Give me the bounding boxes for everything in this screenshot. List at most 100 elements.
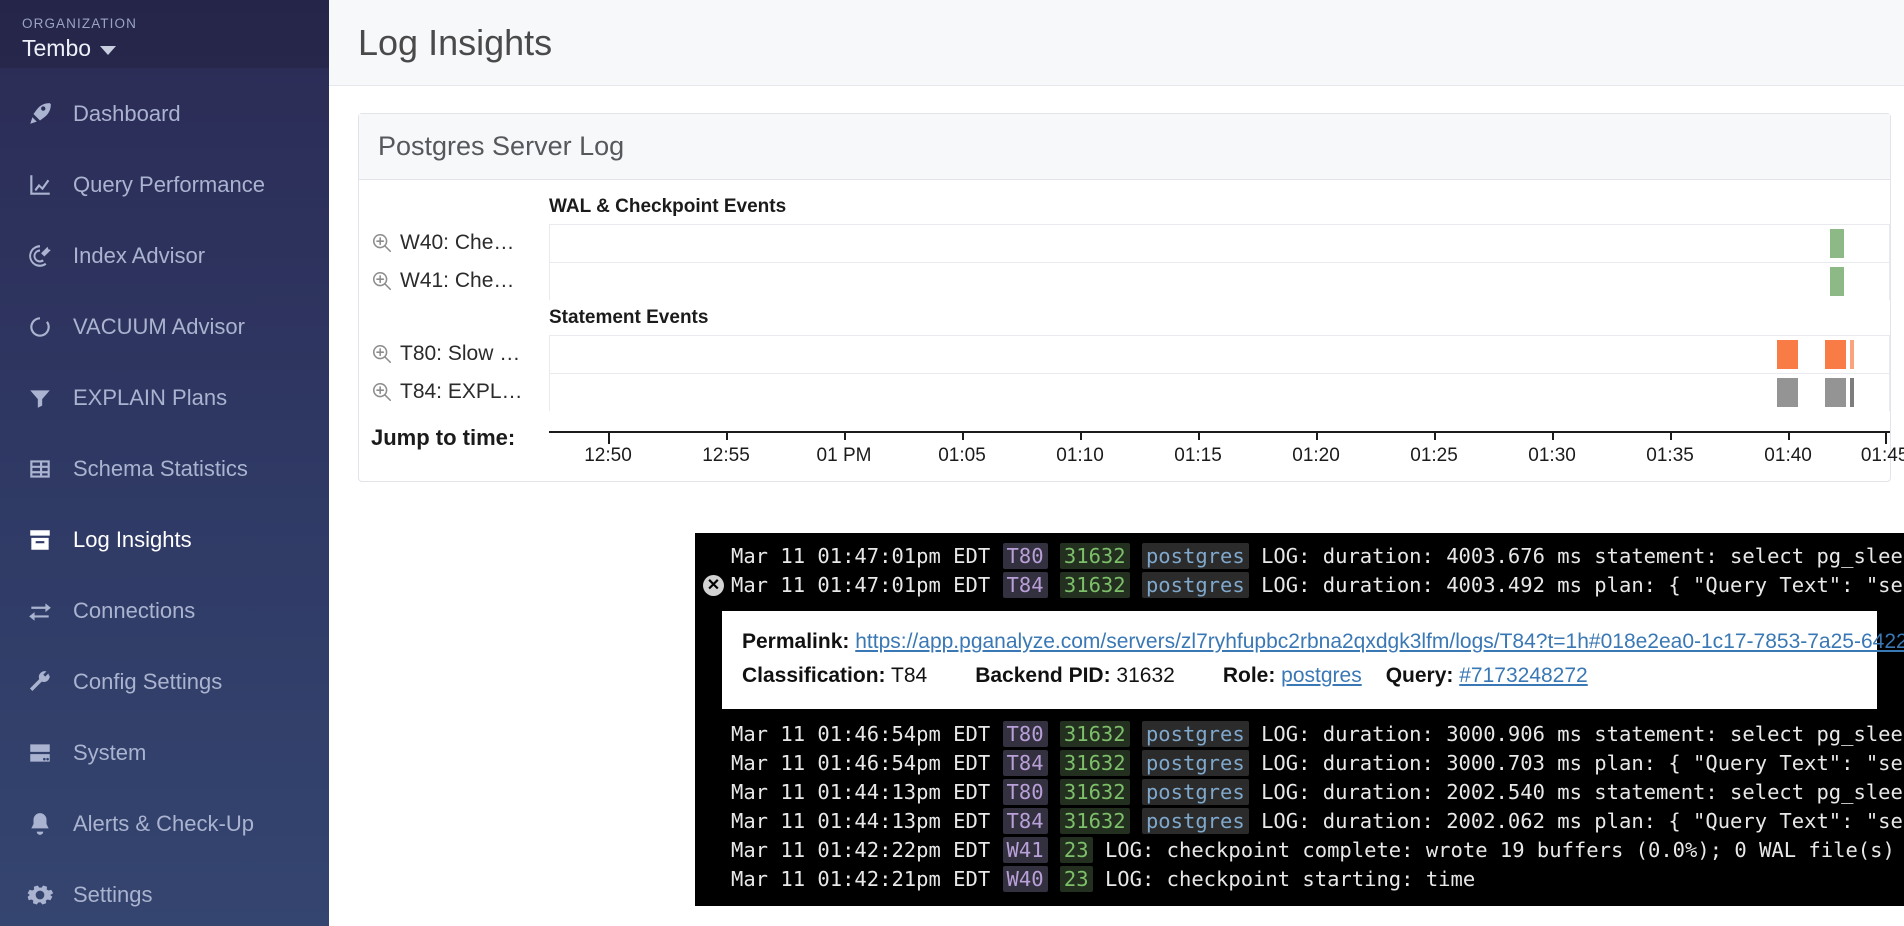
timeline-track[interactable] xyxy=(549,262,1890,300)
archive-icon xyxy=(26,526,54,554)
timeline-event-marker[interactable] xyxy=(1776,378,1798,407)
sidebar-item-label: Settings xyxy=(73,881,153,907)
log-pid[interactable]: 31632 xyxy=(1059,572,1130,598)
sidebar-item-alerts-check-up[interactable]: Alerts & Check-Up xyxy=(0,788,329,859)
timeline-row-label[interactable]: W41: Che… xyxy=(359,262,549,300)
log-classification[interactable]: T84 xyxy=(1002,572,1048,598)
sidebar-item-log-insights[interactable]: Log Insights xyxy=(0,504,329,575)
permalink-row: Permalink: https://app.pganalyze.com/ser… xyxy=(742,625,1904,659)
bell-icon xyxy=(26,810,54,838)
time-axis[interactable]: 12:50 12:55 01 PM 01:05 01:10 01:15 01:20 01:25… xyxy=(549,425,1904,475)
log-role[interactable]: postgres xyxy=(1141,779,1249,805)
log-role[interactable]: postgres xyxy=(1141,750,1249,776)
log-pid[interactable]: 31632 xyxy=(1059,750,1130,776)
magnifier-plus-icon[interactable] xyxy=(371,343,393,365)
log-classification[interactable]: W40 xyxy=(1002,866,1048,892)
sidebar-item-connections[interactable]: Connections xyxy=(0,575,329,646)
timeline-event-marker[interactable] xyxy=(1830,229,1845,258)
timeline-track[interactable] xyxy=(549,335,1890,373)
backend-pid-label: Backend PID: xyxy=(975,664,1111,687)
timeline-track[interactable] xyxy=(549,373,1890,411)
sidebar-item-label: System xyxy=(73,739,147,765)
timeline-group-title: Statement Events xyxy=(549,307,709,328)
close-icon[interactable]: ✕ xyxy=(703,575,724,596)
timeline-event-marker[interactable] xyxy=(1824,378,1847,407)
permalink-link[interactable]: https://app.pganalyze.com/servers/zl7ryh… xyxy=(855,630,1904,653)
page-title: Log Insights xyxy=(358,21,553,63)
axis-tick-label: 01:35 xyxy=(1646,445,1694,466)
log-line[interactable]: Mar 11 01:44:13pm EDT T84 31632 postgres… xyxy=(695,807,1904,836)
sidebar-item-settings[interactable]: Settings xyxy=(0,859,329,926)
timeline-row-label[interactable]: W40: Che… xyxy=(359,224,549,262)
table-icon xyxy=(26,455,54,483)
log-pid[interactable]: 23 xyxy=(1059,866,1093,892)
log-line[interactable]: Mar 11 01:42:22pm EDT W41 23 LOG: checkp… xyxy=(695,836,1904,865)
axis-tick xyxy=(726,431,728,440)
query-value[interactable]: #7173248272 xyxy=(1459,664,1587,687)
timeline-event-marker[interactable] xyxy=(1776,340,1798,369)
timeline-event-marker[interactable] xyxy=(1824,340,1847,369)
timeline-row-label-text: T80: Slow … xyxy=(400,342,521,365)
log-classification[interactable]: T80 xyxy=(1002,779,1048,805)
timeline-event-marker[interactable] xyxy=(1830,267,1845,296)
log-line[interactable]: Mar 11 01:46:54pm EDT T80 31632 postgres… xyxy=(695,720,1904,749)
log-role[interactable]: postgres xyxy=(1141,543,1249,569)
organization-label: ORGANIZATION xyxy=(22,16,137,31)
log-pid[interactable]: 31632 xyxy=(1059,779,1130,805)
wrench-icon xyxy=(26,668,54,696)
timeline-row-label[interactable]: T84: EXPL… xyxy=(359,373,549,411)
log-message: LOG: duration: 2002.540 ms statement: se… xyxy=(1261,780,1904,804)
timeline-event-marker[interactable] xyxy=(1850,340,1855,369)
log-classification[interactable]: W41 xyxy=(1002,837,1048,863)
organization-switcher[interactable]: ORGANIZATION Tembo xyxy=(0,0,329,68)
log-role[interactable]: postgres xyxy=(1141,572,1249,598)
timeline-event-marker[interactable] xyxy=(1850,378,1855,407)
log-classification[interactable]: T84 xyxy=(1002,750,1048,776)
axis-tick-label: 01:25 xyxy=(1410,445,1458,466)
log-classification[interactable]: T80 xyxy=(1002,721,1048,747)
sidebar-item-explain-plans[interactable]: EXPLAIN Plans xyxy=(0,362,329,433)
funnel-icon xyxy=(26,384,54,412)
sidebar: ORGANIZATION Tembo Dashboard Query Perfor… xyxy=(0,0,329,926)
log-pid[interactable]: 31632 xyxy=(1059,543,1130,569)
log-classification[interactable]: T80 xyxy=(1002,543,1048,569)
rocket-icon xyxy=(26,100,54,128)
organization-name-row[interactable]: Tembo xyxy=(22,35,329,62)
sidebar-item-config-settings[interactable]: Config Settings xyxy=(0,646,329,717)
log-console[interactable]: Mar 11 01:47:01pm EDT T80 31632 postgres… xyxy=(695,533,1904,906)
log-timestamp: Mar 11 01:47:01pm EDT xyxy=(731,544,991,568)
role-value[interactable]: postgres xyxy=(1281,664,1362,687)
timeline-track[interactable] xyxy=(549,224,1890,262)
log-line[interactable]: ✕ Mar 11 01:47:01pm EDT T84 31632 postgre… xyxy=(695,571,1904,600)
log-line[interactable]: Mar 11 01:42:21pm EDT W40 23 LOG: checkp… xyxy=(695,865,1904,894)
sidebar-item-query-performance[interactable]: Query Performance xyxy=(0,149,329,220)
log-timestamp: Mar 11 01:47:01pm EDT xyxy=(731,573,991,597)
log-role[interactable]: postgres xyxy=(1141,721,1249,747)
chevron-down-icon xyxy=(100,46,117,55)
magnifier-plus-icon[interactable] xyxy=(371,232,393,254)
sidebar-item-dashboard[interactable]: Dashboard xyxy=(0,78,329,149)
log-line[interactable]: Mar 11 01:44:13pm EDT T80 31632 postgres… xyxy=(695,778,1904,807)
log-pid[interactable]: 23 xyxy=(1059,837,1093,863)
magnifier-plus-icon[interactable] xyxy=(371,381,393,403)
timeline-row: T84: EXPL… xyxy=(359,373,1890,411)
log-classification[interactable]: T84 xyxy=(1002,808,1048,834)
log-pid[interactable]: 31632 xyxy=(1059,808,1130,834)
timeline-row-label-text: T84: EXPL… xyxy=(400,380,523,403)
log-message: LOG: duration: 4003.492 ms plan: { "Quer… xyxy=(1261,573,1904,597)
sidebar-item-label: Log Insights xyxy=(73,526,192,552)
log-role[interactable]: postgres xyxy=(1141,808,1249,834)
log-pid[interactable]: 31632 xyxy=(1059,721,1130,747)
server-icon xyxy=(26,739,54,767)
sidebar-item-index-advisor[interactable]: Index Advisor xyxy=(0,220,329,291)
axis-tick xyxy=(962,431,965,440)
sidebar-item-system[interactable]: System xyxy=(0,717,329,788)
sidebar-item-label: Alerts & Check-Up xyxy=(73,810,254,836)
sidebar-item-vacuum-advisor[interactable]: VACUUM Advisor xyxy=(0,291,329,362)
jump-to-time-label: Jump to time: xyxy=(371,425,516,450)
magnifier-plus-icon[interactable] xyxy=(371,270,393,292)
log-line[interactable]: Mar 11 01:46:54pm EDT T84 31632 postgres… xyxy=(695,749,1904,778)
sidebar-item-schema-statistics[interactable]: Schema Statistics xyxy=(0,433,329,504)
log-line[interactable]: Mar 11 01:47:01pm EDT T80 31632 postgres… xyxy=(695,542,1904,571)
timeline-row-label[interactable]: T80: Slow … xyxy=(359,335,549,373)
